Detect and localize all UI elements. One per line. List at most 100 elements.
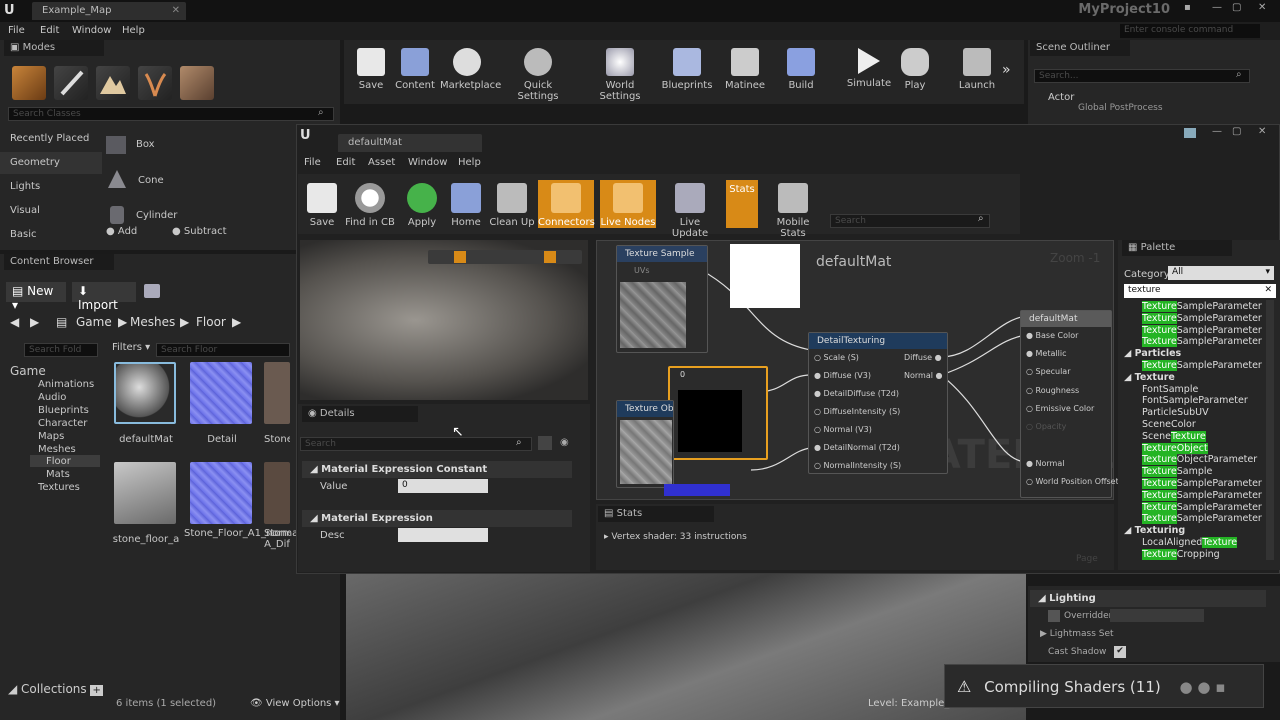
pin-emissive[interactable]: ○ Emissive Color [1026, 404, 1094, 413]
palette-item[interactable]: TextureSample [1142, 466, 1212, 478]
palette-item[interactable]: TextureSampleParameter [1142, 312, 1262, 325]
tree-meshes[interactable]: Meshes [38, 444, 76, 455]
tree-game[interactable]: Game [10, 364, 46, 378]
import-button[interactable]: ⬇ Import [72, 282, 136, 312]
asset-thumb[interactable] [264, 462, 290, 524]
pin-specular[interactable]: ○ Specular [1026, 367, 1071, 376]
close-window-icon[interactable]: ✕ [1258, 2, 1266, 13]
preview-realtime-icon[interactable] [544, 251, 556, 263]
me-connectors-button[interactable]: Connectors [538, 180, 595, 228]
new-button[interactable]: ▤ New ▾ [6, 282, 66, 312]
tree-blueprints[interactable]: Blueprints [38, 405, 89, 416]
overridden-field[interactable] [1110, 609, 1204, 622]
modes-tab[interactable]: ▣ Modes [4, 40, 104, 56]
toolbar-quick-settings-button[interactable]: Quick Settings [506, 48, 570, 102]
subtract-radio[interactable]: ● Subtract [172, 226, 227, 237]
me-menu-edit[interactable]: Edit [336, 157, 355, 168]
material-preview-viewport[interactable] [300, 240, 588, 400]
mat-expr-constant-section[interactable]: ◢ Material Expression Constant [302, 461, 572, 478]
asset-thumb[interactable] [114, 462, 176, 524]
palette-item[interactable]: TextureSampleParameter [1142, 301, 1262, 313]
close-icon[interactable]: ✕ [172, 5, 180, 16]
palette-group[interactable]: ◢ Particles [1124, 348, 1181, 360]
toolbar-content-button[interactable]: Content [388, 48, 442, 96]
category-visual[interactable]: Visual [0, 200, 102, 222]
asset-thumb[interactable] [190, 462, 252, 524]
tree-textures[interactable]: Textures [38, 482, 80, 493]
menu-window[interactable]: Window [72, 25, 111, 36]
desc-input[interactable] [398, 528, 488, 542]
tree-floor[interactable]: Floor [46, 456, 71, 467]
me-live-update-button[interactable]: Live Update [662, 180, 718, 239]
pin-normal[interactable]: ○ Normal (V3) [814, 425, 872, 434]
filters-button[interactable]: Filters ▾ [112, 342, 150, 353]
palette-item[interactable]: FontSampleParameter [1142, 395, 1248, 407]
palette-group[interactable]: ◢ Texture [1124, 372, 1175, 384]
place-box[interactable]: Box [136, 139, 155, 150]
overridden-checkbox[interactable] [1048, 610, 1060, 622]
clear-icon[interactable]: ✕ [1264, 285, 1272, 295]
foliage-mode-icon[interactable] [138, 66, 172, 100]
pin-scale[interactable]: ○ Scale (S) [814, 353, 859, 362]
palette-item[interactable]: TextureSampleParameter [1142, 513, 1262, 525]
palette-scrollbar[interactable] [1266, 300, 1274, 560]
outliner-search-input[interactable]: Search... [1034, 69, 1250, 83]
palette-item[interactable]: TextureSampleParameter [1142, 478, 1262, 490]
stats-tab[interactable]: ▤ Stats [598, 506, 714, 522]
minimize-icon[interactable]: — [1212, 2, 1222, 13]
close-window-icon[interactable]: ✕ [1258, 126, 1266, 137]
toolbar-blueprints-button[interactable]: Blueprints [660, 48, 714, 96]
toolbar-overflow-icon[interactable]: » [1002, 62, 1011, 78]
save-all-icon[interactable] [144, 284, 160, 298]
lightmass-label[interactable]: ▶ Lightmass Set [1040, 629, 1114, 639]
asset-thumb[interactable] [190, 362, 252, 424]
pin-opacity[interactable]: ○ Opacity [1026, 422, 1066, 431]
pin-base-color[interactable]: ● Base Color [1026, 331, 1078, 340]
menu-file[interactable]: File [8, 25, 25, 36]
breadcrumb-game[interactable]: Game [76, 315, 112, 329]
pin-detail-normal[interactable]: ● DetailNormal (T2d) [814, 443, 900, 452]
outliner-actor-column[interactable]: Actor [1048, 92, 1074, 103]
eye-icon[interactable]: ◉ [560, 437, 569, 448]
toolbar-build-button[interactable]: Build [774, 48, 828, 96]
property-matrix-icon[interactable] [538, 436, 552, 450]
me-find-in-cb-button[interactable]: Find in CB [342, 180, 398, 228]
toolbar-play-button[interactable]: Play [888, 48, 942, 96]
details-search-input[interactable]: Search [300, 437, 532, 451]
search-folders-input[interactable]: Search Fold [24, 343, 98, 357]
palette-item[interactable]: ParticleSubUV [1142, 407, 1209, 419]
feedback-icon[interactable]: ▪ [1184, 2, 1191, 13]
cast-shadow-checkbox[interactable]: ✔ [1114, 646, 1126, 658]
breadcrumb-floor[interactable]: Floor [196, 315, 226, 329]
pin-roughness[interactable]: ○ Roughness [1026, 386, 1079, 395]
view-options-button[interactable]: 👁 View Options ▾ [250, 698, 340, 709]
geometry-mode-icon[interactable] [180, 66, 214, 100]
palette-item[interactable]: SceneTexture [1142, 430, 1206, 443]
toolbar-world-settings-button[interactable]: World Settings [586, 48, 654, 102]
add-collection-icon[interactable]: + [90, 685, 103, 696]
palette-group[interactable]: ◢ Texturing [1124, 525, 1185, 537]
category-recently-placed[interactable]: Recently Placed [0, 128, 102, 150]
toolbar-matinee-button[interactable]: Matinee [718, 48, 772, 96]
asset-thumb[interactable] [114, 362, 176, 424]
maximize-icon[interactable]: ▢ [1232, 126, 1241, 137]
pin-out-normal[interactable]: Normal ● [904, 371, 942, 380]
tree-audio[interactable]: Audio [38, 392, 66, 403]
pin-normal-intensity[interactable]: ○ NormalIntensity (S) [814, 461, 901, 470]
palette-item[interactable]: TextureSampleParameter [1142, 360, 1262, 372]
palette-item[interactable]: TextureSampleParameter [1142, 501, 1262, 514]
category-select[interactable]: All ▾ [1168, 266, 1274, 280]
pin-diffuse-intensity[interactable]: ○ DiffuseIntensity (S) [814, 407, 900, 416]
tree-character[interactable]: Character [38, 418, 87, 429]
me-mobile-stats-button[interactable]: Mobile Stats [764, 180, 822, 239]
tree-mats[interactable]: Mats [46, 469, 70, 480]
category-geometry[interactable]: Geometry [0, 152, 102, 174]
paint-mode-icon[interactable] [54, 66, 88, 100]
palette-item[interactable]: TextureSampleParameter [1142, 324, 1262, 337]
palette-item[interactable]: TextureObject [1142, 442, 1208, 455]
add-radio[interactable]: ● Add [106, 226, 137, 237]
console-input[interactable]: Enter console command [1120, 24, 1260, 38]
asset-thumb[interactable] [264, 362, 290, 424]
pin-wpo[interactable]: ○ World Position Offset [1026, 477, 1119, 486]
forward-icon[interactable]: ▶ [30, 315, 39, 329]
